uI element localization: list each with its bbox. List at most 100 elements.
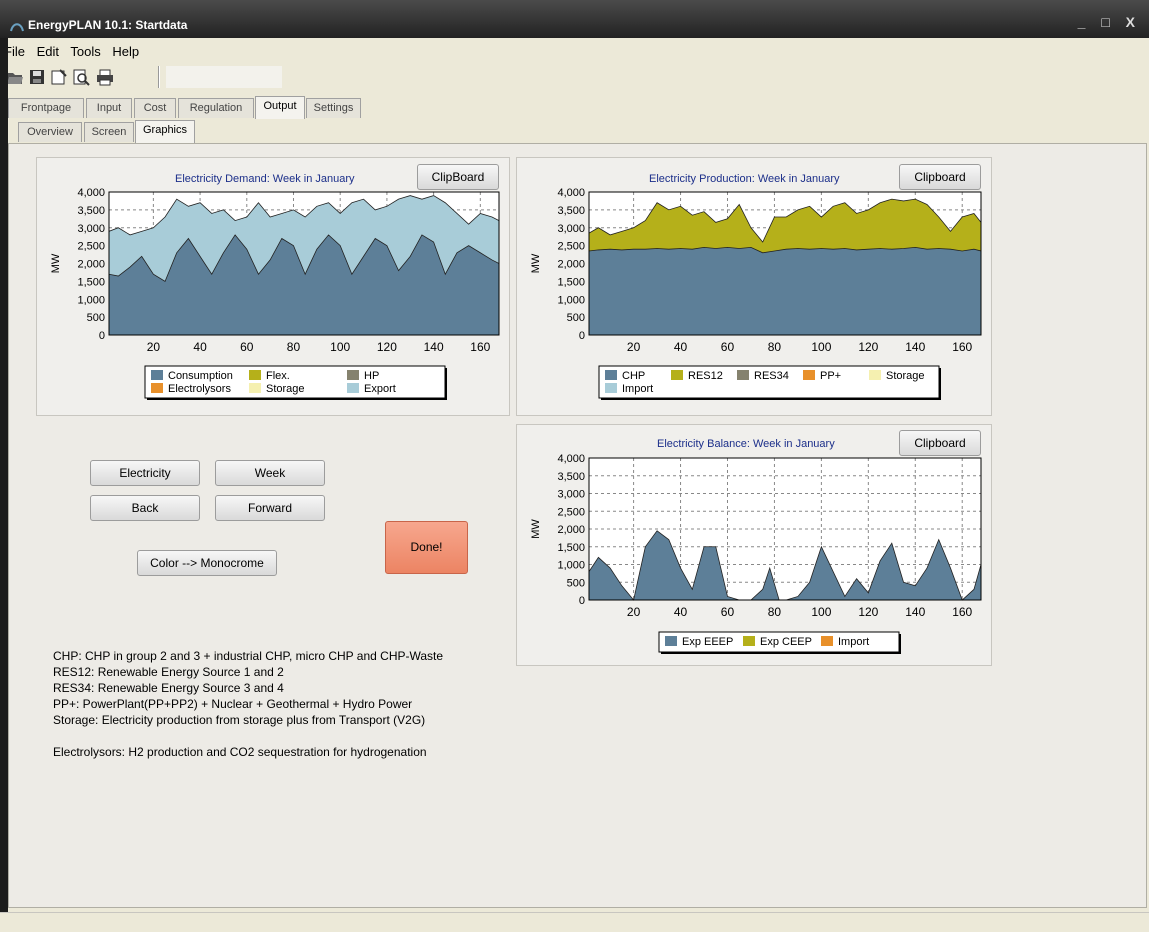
menu-edit[interactable]: Edit xyxy=(37,44,59,59)
y-tick-label: 2,000 xyxy=(557,259,585,271)
y-tick-label: 2,000 xyxy=(77,259,105,271)
tab-regulation[interactable]: Regulation xyxy=(178,98,254,118)
x-tick-label: 160 xyxy=(952,340,972,354)
print-preview-icon[interactable] xyxy=(72,68,90,86)
toolbar-strip xyxy=(166,66,282,88)
y-tick-label: 0 xyxy=(99,330,105,342)
legend-label: Storage xyxy=(886,370,925,382)
chart-title: Electricity Production: Week in January xyxy=(649,173,840,185)
legend-label: PP+ xyxy=(820,370,841,382)
x-tick-label: 80 xyxy=(768,340,782,354)
legend-label: RES12 xyxy=(688,370,723,382)
window-controls[interactable]: _ □ X xyxy=(1078,14,1141,30)
week-button[interactable]: Week xyxy=(215,460,325,486)
tab-settings[interactable]: Settings xyxy=(306,98,361,118)
menu-bar: File Edit Tools Help xyxy=(0,38,1149,62)
legend-swatch xyxy=(671,370,683,380)
y-tick-label: 0 xyxy=(579,330,585,342)
y-tick-label: 500 xyxy=(567,577,585,589)
legend-swatch xyxy=(821,636,833,646)
menu-help[interactable]: Help xyxy=(112,44,139,59)
save-icon[interactable] xyxy=(28,68,46,86)
x-tick-label: 100 xyxy=(811,605,831,619)
y-tick-label: 3,500 xyxy=(77,205,105,217)
legend-swatch xyxy=(151,370,163,380)
back-button[interactable]: Back xyxy=(90,495,200,521)
x-tick-label: 20 xyxy=(627,605,641,619)
chart-balance: Electricity Balance: Week in January 4,00… xyxy=(530,438,982,654)
x-tick-label: 20 xyxy=(627,340,641,354)
note-line: Electrolysors: H2 production and CO2 seq… xyxy=(53,745,427,759)
x-tick-label: 40 xyxy=(674,605,688,619)
legend-swatch xyxy=(249,370,261,380)
sub-tabs: Overview Screen Graphics xyxy=(18,120,218,143)
x-tick-label: 20 xyxy=(147,340,161,354)
y-tick-label: 2,500 xyxy=(557,506,585,518)
x-tick-label: 40 xyxy=(674,340,688,354)
legend-label: Export xyxy=(364,383,396,395)
note-line: Storage: Electricity production from sto… xyxy=(53,713,426,727)
x-tick-label: 120 xyxy=(858,605,878,619)
done-button[interactable]: Done! xyxy=(385,521,468,574)
chart-demand-box: Electricity Demand: Week in January 4,000… xyxy=(36,157,510,416)
y-tick-label: 2,000 xyxy=(557,524,585,536)
x-tick-label: 140 xyxy=(905,340,925,354)
balance-clipboard-button[interactable]: Clipboard xyxy=(899,430,981,456)
chart-title: Electricity Demand: Week in January xyxy=(175,173,355,185)
print-icon[interactable] xyxy=(96,68,114,86)
app-logo-icon xyxy=(10,23,24,32)
tab-screen[interactable]: Screen xyxy=(84,122,134,142)
legend-swatch xyxy=(743,636,755,646)
forward-button[interactable]: Forward xyxy=(215,495,325,521)
legend-swatch xyxy=(605,370,617,380)
x-tick-label: 60 xyxy=(721,605,735,619)
tab-cost[interactable]: Cost xyxy=(134,98,176,118)
tab-frontpage[interactable]: Frontpage xyxy=(8,98,84,118)
chart-production: Electricity Production: Week in January 4… xyxy=(530,173,982,400)
legend-swatch xyxy=(737,370,749,380)
note-line: PP+: PowerPlant(PP+PP2) + Nuclear + Geot… xyxy=(53,697,413,711)
chart-production-box: Electricity Production: Week in January 4… xyxy=(516,157,992,416)
legend-label: CHP xyxy=(622,370,645,382)
legend-label: Consumption xyxy=(168,370,233,382)
y-tick-label: 500 xyxy=(567,312,585,324)
electricity-button[interactable]: Electricity xyxy=(90,460,200,486)
properties-icon[interactable] xyxy=(50,68,68,86)
tab-input[interactable]: Input xyxy=(86,98,132,118)
window-left-edge xyxy=(0,38,8,932)
y-tick-label: 1,500 xyxy=(557,542,585,554)
legend-label: HP xyxy=(364,370,379,382)
y-tick-label: 1,500 xyxy=(557,276,585,288)
color-monocrome-button[interactable]: Color --> Monocrome xyxy=(137,550,277,576)
legend-label: Import xyxy=(622,383,653,395)
tab-output[interactable]: Output xyxy=(255,96,305,119)
x-tick-label: 120 xyxy=(858,340,878,354)
menu-tools[interactable]: Tools xyxy=(70,44,100,59)
production-clipboard-button[interactable]: Clipboard xyxy=(899,164,981,190)
x-tick-label: 100 xyxy=(330,340,350,354)
x-tick-label: 120 xyxy=(377,340,397,354)
legend-label: Electrolysors xyxy=(168,383,231,395)
y-tick-label: 2,500 xyxy=(77,241,105,253)
legend-label: Storage xyxy=(266,383,305,395)
tab-graphics[interactable]: Graphics xyxy=(135,120,195,143)
legend-swatch xyxy=(347,370,359,380)
title-bar: EnergyPLAN 10.1: Startdata _ □ X xyxy=(0,0,1149,38)
legend-notes: CHP: CHP in group 2 and 3 + industrial C… xyxy=(53,648,443,760)
x-tick-label: 80 xyxy=(287,340,301,354)
status-bar xyxy=(0,912,1149,932)
chart-balance-box: Electricity Balance: Week in January 4,00… xyxy=(516,424,992,666)
legend-swatch xyxy=(605,383,617,393)
y-tick-label: 3,500 xyxy=(557,205,585,217)
legend-swatch xyxy=(665,636,677,646)
toolbar-separator xyxy=(158,66,160,88)
tab-overview[interactable]: Overview xyxy=(18,122,82,142)
open-icon[interactable] xyxy=(6,68,24,86)
note-line: RES34: Renewable Energy Source 3 and 4 xyxy=(53,681,284,695)
note-line xyxy=(53,728,443,744)
x-tick-label: 140 xyxy=(905,605,925,619)
demand-clipboard-button[interactable]: ClipBoard xyxy=(417,164,499,190)
area-series-chp xyxy=(588,247,982,336)
legend-swatch xyxy=(803,370,815,380)
y-tick-label: 4,000 xyxy=(557,453,585,465)
